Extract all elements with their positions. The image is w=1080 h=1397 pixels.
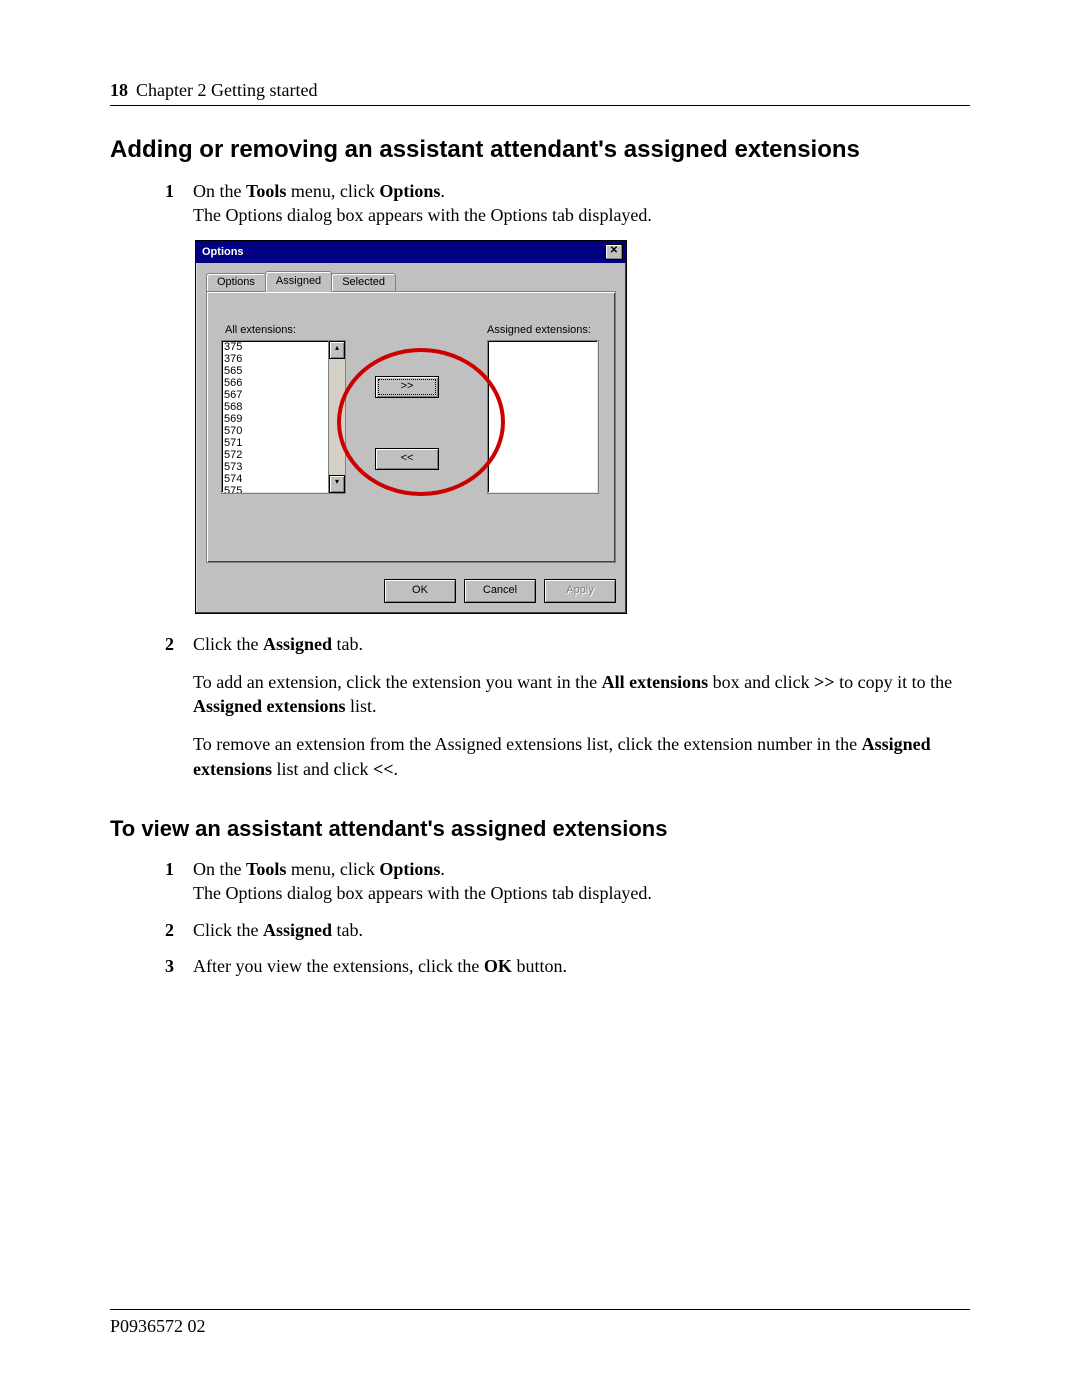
step-body: On the Tools menu, click Options. The Op… [193, 857, 652, 906]
text: On the [193, 859, 246, 879]
menu-ref-tools: Tools [246, 859, 286, 879]
tab-selected[interactable]: Selected [331, 273, 396, 292]
tab-options[interactable]: Options [206, 273, 266, 292]
list-item[interactable]: 568 [224, 401, 326, 413]
procedure-2: 1 On the Tools menu, click Options. The … [165, 857, 970, 978]
list-item[interactable]: 571 [224, 437, 326, 449]
page-header: 18 Chapter 2 Getting started [110, 80, 970, 101]
ok-button[interactable]: OK [384, 579, 456, 603]
chapter-title: Chapter 2 Getting started [136, 80, 317, 101]
list-item[interactable]: 573 [224, 461, 326, 473]
dialog-titlebar: Options ✕ [196, 241, 626, 263]
list-item[interactable]: 375 [224, 341, 326, 353]
button-ref-ok: OK [484, 956, 512, 976]
dialog-buttons: OK Cancel Apply [196, 573, 626, 613]
menu-ref-options: Options [379, 859, 440, 879]
step-number: 1 [165, 857, 193, 906]
list-item[interactable]: 376 [224, 353, 326, 365]
section-heading-2: To view an assistant attendant's assigne… [110, 816, 970, 842]
step-1: 1 On the Tools menu, click Options. The … [165, 179, 970, 228]
text: menu, click [286, 859, 379, 879]
dialog-title: Options [202, 246, 244, 258]
options-dialog: Options ✕ Options Assigned Selected All … [195, 240, 627, 614]
text: . [440, 181, 445, 201]
text: . [394, 759, 399, 779]
add-button[interactable]: >> [375, 376, 439, 398]
list-item[interactable]: 575 [224, 485, 326, 493]
cancel-button[interactable]: Cancel [464, 579, 536, 603]
text: tab. [332, 920, 363, 940]
tabs-area: Options Assigned Selected All extensions… [196, 263, 626, 573]
text: Click the [193, 920, 263, 940]
page-footer: P0936572 02 [110, 1309, 970, 1337]
step-1: 1 On the Tools menu, click Options. The … [165, 857, 970, 906]
step-3: 3 After you view the extensions, click t… [165, 954, 970, 978]
step-body: After you view the extensions, click the… [193, 954, 567, 978]
scrollbar[interactable]: ▴ ▾ [328, 341, 345, 493]
tab-ref-assigned: Assigned [263, 920, 332, 940]
text: list. [346, 696, 377, 716]
step-number: 2 [165, 918, 193, 942]
close-icon[interactable]: ✕ [605, 244, 623, 260]
step-body: Click the Assigned tab. To add an extens… [193, 632, 970, 781]
button-ref-add: >> [814, 672, 835, 692]
text: button. [512, 956, 567, 976]
text: The Options dialog box appears with the … [193, 883, 652, 903]
listbox-items: 375 376 565 566 567 568 569 570 571 572 … [222, 341, 328, 493]
assigned-extensions-listbox[interactable] [487, 340, 599, 494]
procedure-1-continued: 2 Click the Assigned tab. To add an exte… [165, 632, 970, 781]
assigned-extensions-label: Assigned extensions: [487, 324, 591, 336]
step-2: 2 Click the Assigned tab. To add an exte… [165, 632, 970, 781]
step-number: 3 [165, 954, 193, 978]
step-2: 2 Click the Assigned tab. [165, 918, 970, 942]
all-extensions-listbox[interactable]: 375 376 565 566 567 568 569 570 571 572 … [221, 340, 346, 494]
tab-panel-assigned: All extensions: Assigned extensions: 375… [206, 291, 616, 563]
scroll-up-icon[interactable]: ▴ [329, 341, 345, 359]
text: tab. [332, 634, 363, 654]
text: After you view the extensions, click the [193, 956, 484, 976]
annotation-circle [337, 348, 505, 496]
step-body: On the Tools menu, click Options. The Op… [193, 179, 652, 228]
footer-rule [110, 1309, 970, 1310]
all-extensions-label: All extensions: [225, 324, 296, 336]
text: To add an extension, click the extension… [193, 672, 602, 692]
list-item[interactable]: 570 [224, 425, 326, 437]
menu-ref-tools: Tools [246, 181, 286, 201]
list-item[interactable]: 569 [224, 413, 326, 425]
list-ref-assigned-extensions: Assigned extensions [193, 696, 346, 716]
page: 18 Chapter 2 Getting started Adding or r… [0, 0, 1080, 1397]
menu-ref-options: Options [379, 181, 440, 201]
tab-assigned[interactable]: Assigned [265, 271, 332, 292]
text: box and click [708, 672, 814, 692]
box-ref-all-extensions: All extensions [602, 672, 709, 692]
procedure-1: 1 On the Tools menu, click Options. The … [165, 179, 970, 228]
dialog-screenshot: Options ✕ Options Assigned Selected All … [195, 240, 970, 614]
remove-button[interactable]: << [375, 448, 439, 470]
text: The Options dialog box appears with the … [193, 205, 652, 225]
apply-button[interactable]: Apply [544, 579, 616, 603]
button-ref-remove: << [373, 759, 394, 779]
page-number: 18 [110, 80, 128, 101]
list-item[interactable]: 565 [224, 365, 326, 377]
text: . [440, 859, 445, 879]
list-item[interactable]: 566 [224, 377, 326, 389]
scroll-down-icon[interactable]: ▾ [329, 475, 345, 493]
list-item[interactable]: 567 [224, 389, 326, 401]
header-rule [110, 105, 970, 106]
text: Click the [193, 634, 263, 654]
text: list and click [272, 759, 373, 779]
text: to copy it to the [835, 672, 952, 692]
step-body: Click the Assigned tab. [193, 918, 363, 942]
list-item[interactable]: 574 [224, 473, 326, 485]
step-number: 1 [165, 179, 193, 228]
text: On the [193, 181, 246, 201]
document-id: P0936572 02 [110, 1316, 970, 1337]
tab-ref-assigned: Assigned [263, 634, 332, 654]
tabstrip: Options Assigned Selected [206, 271, 616, 292]
section-heading-1: Adding or removing an assistant attendan… [110, 136, 970, 164]
text: To remove an extension from the Assigned… [193, 734, 862, 754]
step-number: 2 [165, 632, 193, 781]
text: menu, click [286, 181, 379, 201]
list-item[interactable]: 572 [224, 449, 326, 461]
